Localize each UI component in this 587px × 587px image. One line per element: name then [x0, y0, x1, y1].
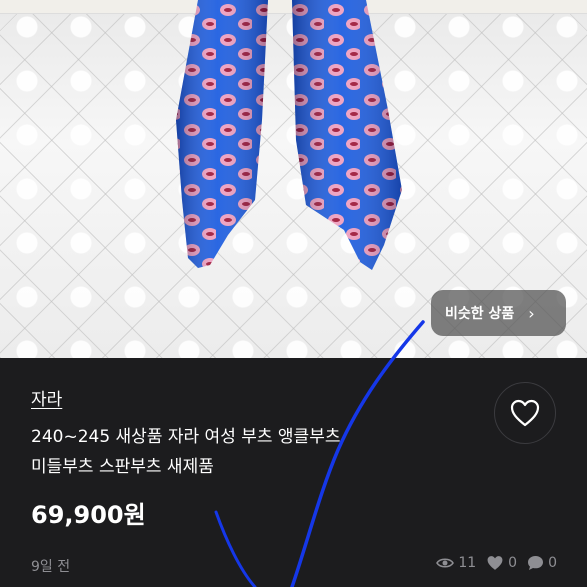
- views-count: 11: [458, 555, 477, 571]
- likes-count: 0: [508, 555, 518, 571]
- chats-count: 0: [548, 555, 557, 571]
- similar-items-label: 비슷한 상품: [445, 306, 515, 322]
- chevron-right-icon: ›: [528, 303, 535, 323]
- product-info-panel: 자라 240~245 새상품 자라 여성 부츠 앵클부츠 미들부츠 스판부츠 새…: [0, 358, 587, 587]
- product-stats: 11 0 0: [426, 555, 557, 571]
- views-stat: 11: [436, 555, 476, 571]
- posted-time: 9일 전: [31, 559, 71, 575]
- brand-link[interactable]: 자라: [31, 385, 62, 410]
- similar-items-button[interactable]: 비슷한 상품 ›: [431, 290, 566, 336]
- heart-icon: [487, 556, 503, 570]
- chats-stat: 0: [527, 555, 557, 571]
- likes-stat: 0: [486, 555, 517, 571]
- heart-outline-icon: [510, 399, 540, 427]
- product-price: 69,900원: [31, 501, 146, 529]
- eye-icon: [436, 558, 455, 568]
- chat-bubble-icon: [528, 556, 544, 570]
- product-title-line-2: 미들부츠 스판부츠 새제품: [31, 457, 214, 477]
- product-title-line-1: 240~245 새상품 자라 여성 부츠 앵클부츠: [31, 427, 341, 447]
- like-button[interactable]: [494, 382, 556, 444]
- product-photo[interactable]: 비슷한 상품 ›: [0, 0, 587, 358]
- product-title: 240~245 새상품 자라 여성 부츠 앵클부츠 미들부츠 스판부츠 새제품: [31, 422, 471, 482]
